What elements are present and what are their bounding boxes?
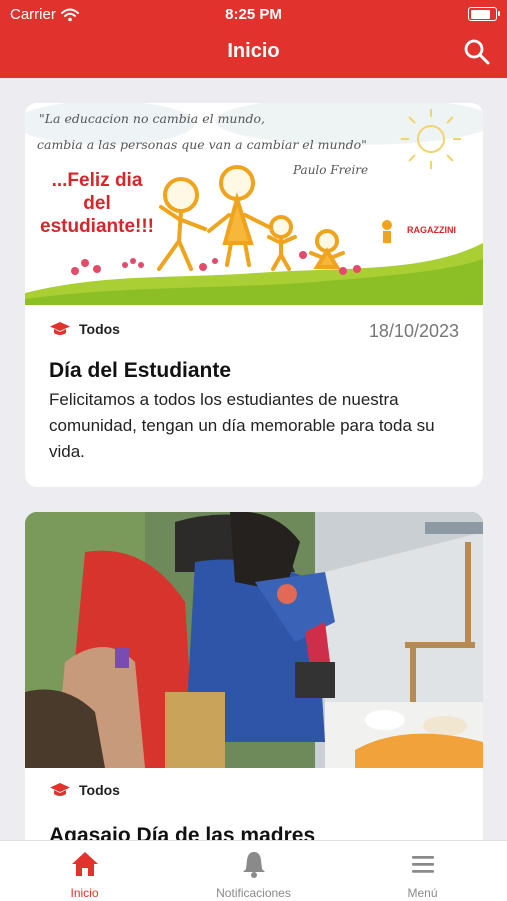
post-title: Agasajo Día de las madres <box>49 824 316 840</box>
post-card[interactable]: Todos Agasajo Día de las madres <box>25 512 483 840</box>
post-card[interactable]: "La educacion no cambia el mundo, cambia… <box>25 103 483 487</box>
battery-level <box>470 9 491 19</box>
tab-inicio[interactable]: Inicio <box>0 841 169 901</box>
graduation-cap-icon <box>50 322 70 335</box>
news-feed[interactable]: "La educacion no cambia el mundo, cambia… <box>0 78 507 840</box>
mothers-day-photo <box>25 512 483 768</box>
graduation-cap-icon <box>50 783 70 796</box>
search-icon[interactable] <box>463 38 491 66</box>
banner-quote-line-2: cambia a las personas que van a cambiar … <box>37 137 367 152</box>
status-time: 8:25 PM <box>225 6 282 23</box>
bell-icon <box>243 852 265 878</box>
banner-quote-line-1: "La educacion no cambia el mundo, <box>39 111 266 126</box>
tab-label: Notificaciones <box>216 886 291 900</box>
tab-label: Menú <box>407 886 438 900</box>
tab-label: Inicio <box>70 886 99 900</box>
post-date: 18/10/2023 <box>368 321 459 341</box>
status-bar: Carrier 8:25 PM <box>0 6 507 24</box>
home-icon <box>72 852 98 876</box>
menu-icon <box>412 856 434 873</box>
post-category: Todos <box>49 782 459 798</box>
post-meta: Todos <box>49 782 459 802</box>
page-title: Inicio <box>227 40 280 62</box>
battery-icon <box>468 7 500 21</box>
post-title: Día del Estudiante <box>49 359 232 382</box>
bottom-tab-bar: Inicio Notificaciones Menú <box>0 840 507 901</box>
app-header: Carrier 8:25 PM Inicio <box>0 0 507 78</box>
post-photo <box>25 512 483 768</box>
post-body: Felicitamos a todos los estudiantes de n… <box>49 390 435 461</box>
tab-menu[interactable]: Menú <box>338 841 507 901</box>
post-meta: Todos 18/10/2023 <box>49 321 459 341</box>
post-category-label: Todos <box>79 321 120 337</box>
school-logo-text: RAGAZZINI <box>407 225 456 235</box>
post-category-label: Todos <box>79 782 120 798</box>
post-banner-image: "La educacion no cambia el mundo, cambia… <box>25 103 483 305</box>
banner-headline: ...Feliz dia del estudiante!!! <box>40 170 154 237</box>
tab-notificaciones[interactable]: Notificaciones <box>169 841 338 901</box>
banner-quote-author: Paulo Freire <box>293 163 369 177</box>
